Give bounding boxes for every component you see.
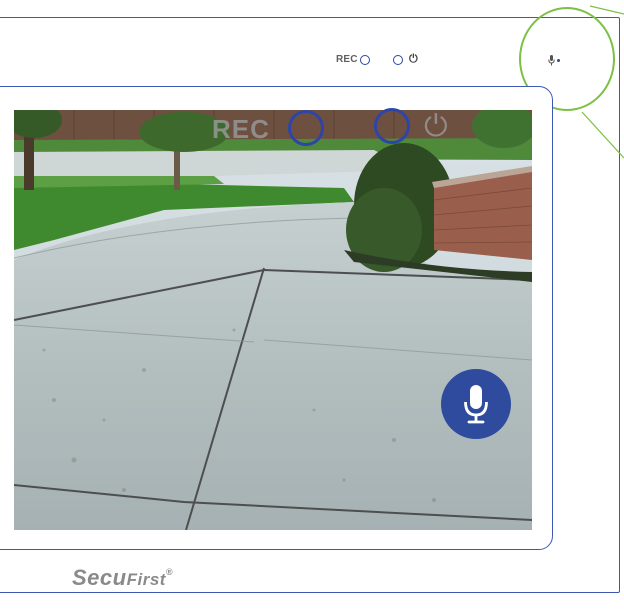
driveway-scene (14, 110, 532, 530)
overlay-power-icon[interactable]: ⏻ (424, 112, 448, 142)
overlay-snapshot-ring-icon[interactable] (374, 108, 410, 144)
microphone-icon (464, 385, 488, 424)
brand-name-part1: Secu (72, 565, 127, 590)
registered-mark: ® (165, 567, 174, 577)
camera-video-feed[interactable] (14, 110, 532, 530)
microphone-button[interactable] (441, 369, 511, 439)
overlay-record-label[interactable]: REC (212, 114, 270, 145)
overlay-record-ring-icon[interactable] (288, 110, 324, 146)
brand-logo: SecuFirst® (72, 565, 173, 591)
brand-name-part2: First (126, 570, 166, 589)
